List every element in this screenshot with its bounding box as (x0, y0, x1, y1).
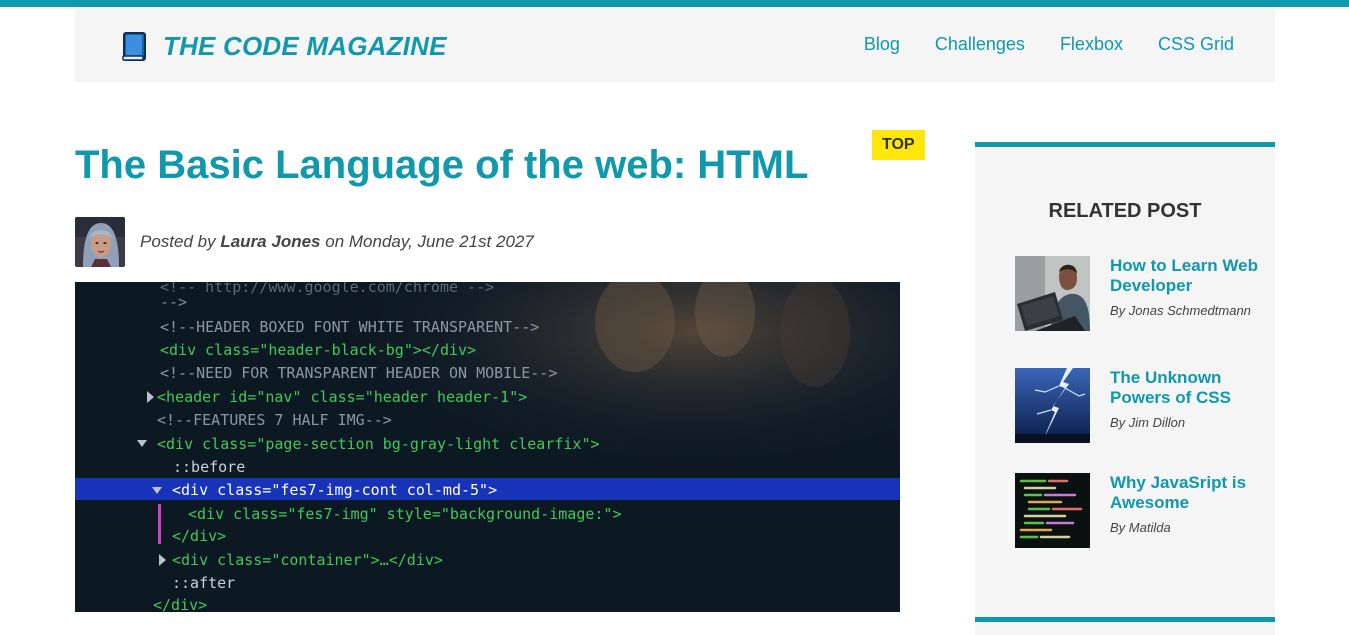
related-post-info: Why JavaSript is Awesome By Matilda (1110, 473, 1275, 548)
hero-code-image: <!-- http://www.google.com/chrome --> -->… (75, 282, 900, 612)
post-byline: Posted by Laura Jones on Monday, June 21… (140, 232, 534, 252)
code-line: <!--FEATURES 7 HALF IMG--> (157, 411, 392, 429)
nav-link-challenges[interactable]: Challenges (935, 34, 1025, 55)
author-name: Laura Jones (220, 232, 321, 251)
code-line: ::after (172, 574, 235, 592)
main-nav: Blog Challenges Flexbox CSS Grid (864, 34, 1234, 55)
code-line: <!--NEED FOR TRANSPARENT HEADER ON MOBIL… (160, 364, 557, 382)
code-line: <div class="page-section bg-gray-light c… (157, 435, 600, 453)
code-line: <header id="nav" class="header header-1"… (157, 388, 527, 406)
related-post-thumbnail[interactable] (1015, 473, 1090, 548)
sidebar-bottom-border (975, 617, 1275, 622)
related-post-author: By Jonas Schmedtmann (1110, 303, 1251, 318)
code-line: <!--HEADER BOXED FONT WHITE TRANSPARENT-… (160, 318, 539, 336)
code-line: <div class="fes7-img" style="background-… (188, 505, 621, 523)
brand[interactable]: THE CODE MAGAZINE (121, 31, 447, 62)
sidebar-heading: RELATED POST (1048, 200, 1202, 222)
related-posts-sidebar: RELATED POST How to Learn Web Developer … (975, 142, 1275, 635)
related-post-info: How to Learn Web Developer By Jonas Schm… (1110, 256, 1275, 331)
related-post-author: By Jim Dillon (1110, 415, 1186, 430)
post-date: Monday, June 21st 2027 (348, 232, 534, 251)
code-line: ::before (173, 458, 245, 476)
related-post-item[interactable]: Why JavaSript is Awesome By Matilda (1015, 473, 1275, 548)
code-line: </div> (172, 527, 226, 545)
site-header: THE CODE MAGAZINE Blog Challenges Flexbo… (75, 7, 1275, 82)
author-avatar (75, 217, 125, 267)
byline-prefix: Posted by (140, 232, 216, 251)
related-post-thumbnail[interactable] (1015, 256, 1090, 331)
related-post-info: The Unknown Powers of CSS By Jim Dillon (1110, 368, 1275, 443)
code-line: <div class="header-black-bg"></div> (160, 341, 476, 359)
related-post-thumbnail[interactable] (1015, 368, 1090, 443)
post-title: The Basic Language of the web: HTML (75, 143, 809, 187)
top-tag-badge: TOP (872, 130, 925, 160)
code-line: </div> (153, 596, 207, 612)
code-line: <div class="container">…</div> (172, 551, 443, 569)
related-post-title[interactable]: The Unknown Powers of CSS (1110, 368, 1275, 408)
related-post-title[interactable]: How to Learn Web Developer (1110, 256, 1275, 296)
nav-link-blog[interactable]: Blog (864, 34, 900, 55)
code-line: <div class="fes7-img-cont col-md-5"> (172, 481, 497, 499)
top-accent-bar (0, 0, 1349, 7)
byline-on: on (325, 232, 345, 251)
related-post-author: By Matilda (1110, 520, 1171, 535)
related-post-title[interactable]: Why JavaSript is Awesome (1110, 473, 1275, 513)
nav-link-flexbox[interactable]: Flexbox (1060, 34, 1123, 55)
code-line: --> (160, 293, 187, 311)
post-meta: Posted by Laura Jones on Monday, June 21… (75, 217, 534, 267)
brand-title[interactable]: THE CODE MAGAZINE (163, 31, 447, 62)
nav-link-css-grid[interactable]: CSS Grid (1158, 34, 1234, 55)
related-post-item[interactable]: How to Learn Web Developer By Jonas Schm… (1015, 256, 1275, 331)
code-line: <!-- http://www.google.com/chrome --> (160, 282, 494, 296)
related-post-item[interactable]: The Unknown Powers of CSS By Jim Dillon (1015, 368, 1275, 443)
blue-book-icon (121, 31, 147, 62)
